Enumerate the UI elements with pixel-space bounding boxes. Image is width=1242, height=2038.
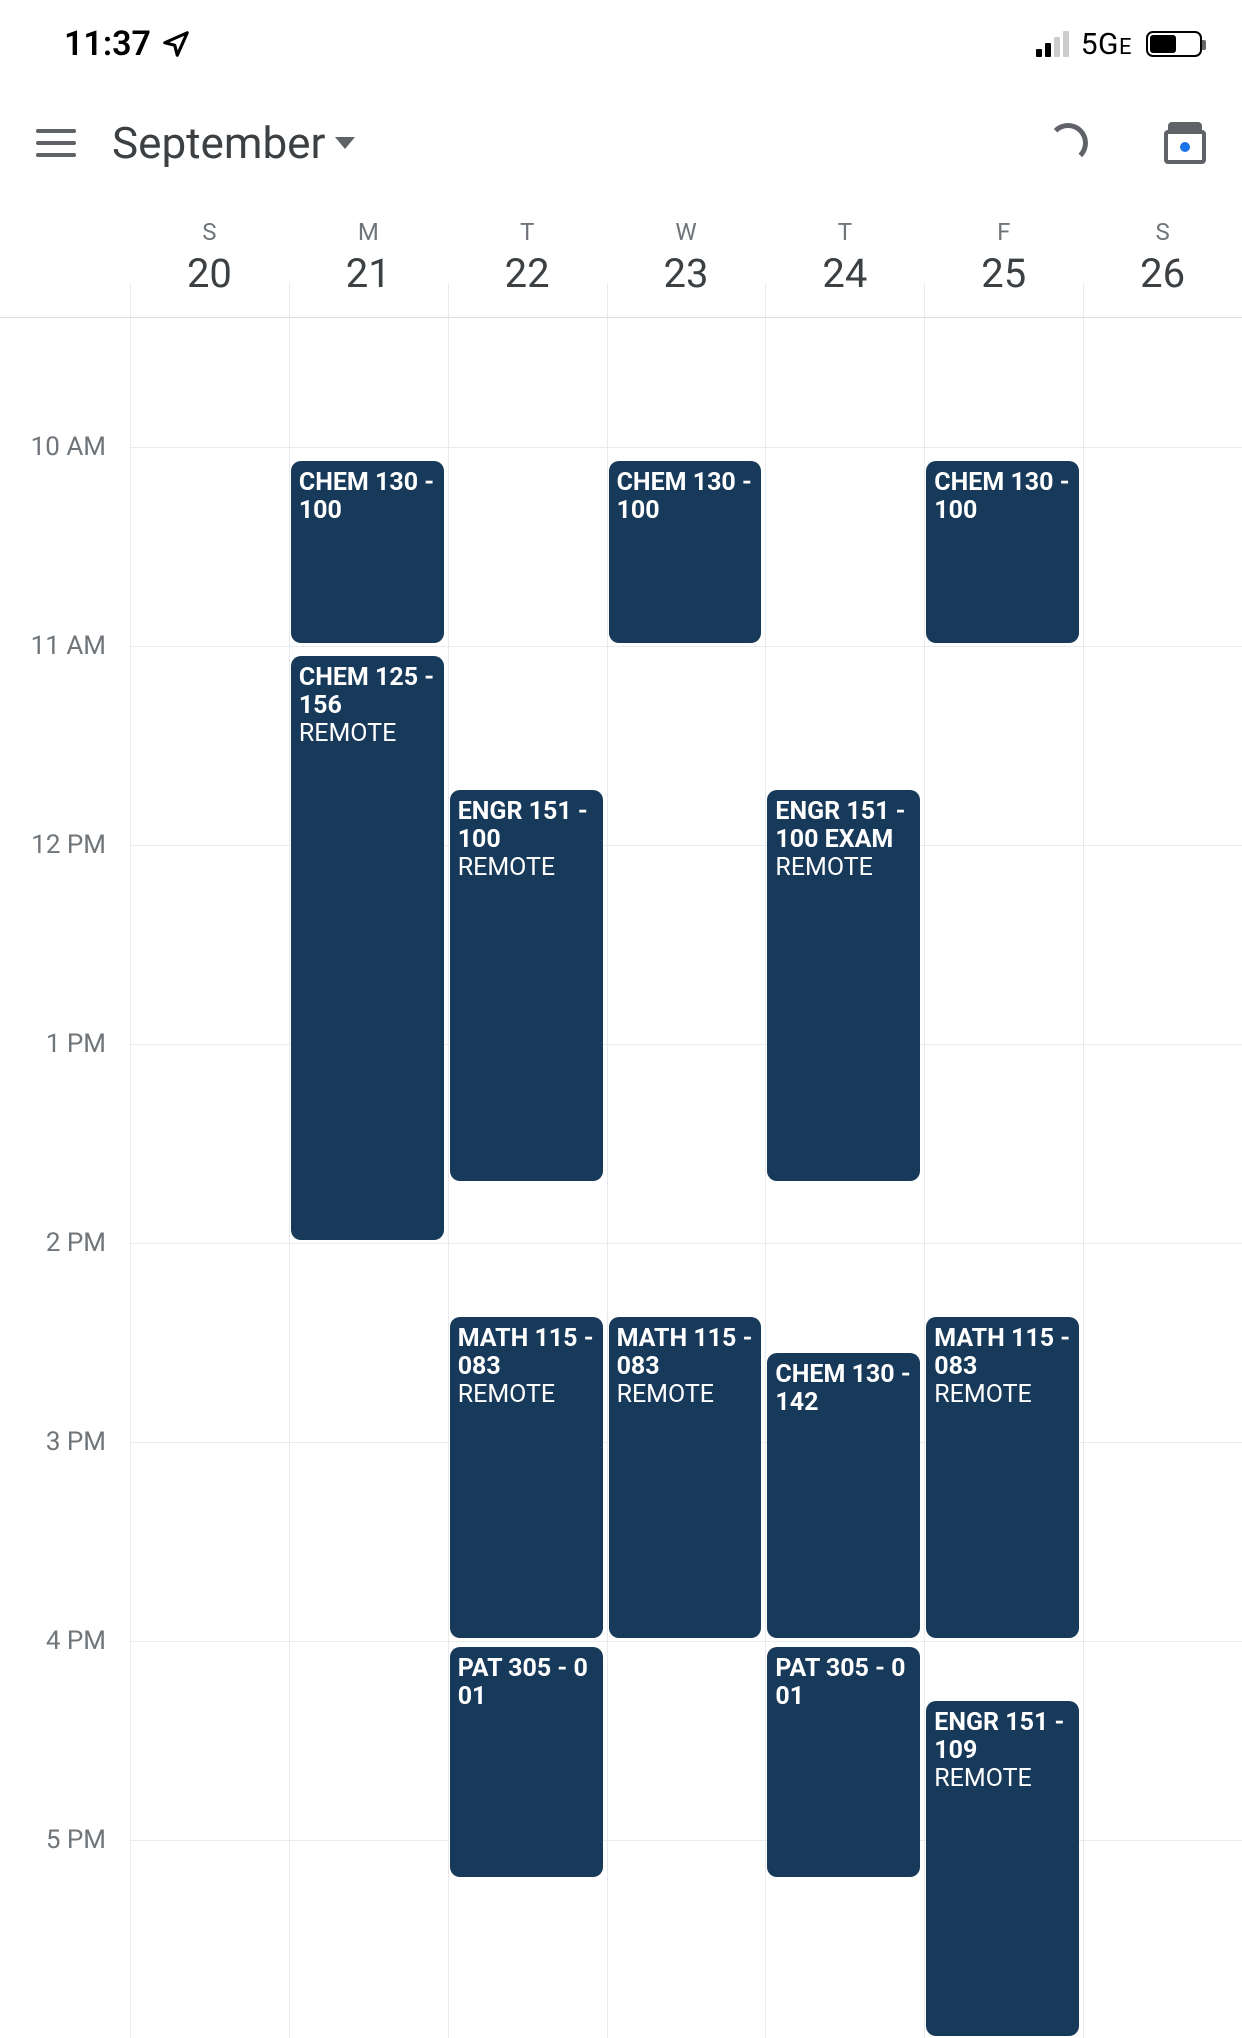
network-label: 5GE <box>1081 27 1132 62</box>
time-label: 3 PM <box>46 1427 106 1457</box>
time-label: 1 PM <box>46 1029 106 1059</box>
calendar-event[interactable]: CHEM 130 - 100 <box>291 461 444 643</box>
time-label: 10 AM <box>31 432 106 462</box>
grid-line <box>130 646 1242 647</box>
day-letter: M <box>358 218 379 246</box>
day-letter: S <box>1155 218 1169 246</box>
day-header-mon[interactable]: M 21 <box>289 198 448 317</box>
event-title: CHEM 130 - 100 <box>617 469 754 525</box>
event-subtitle: REMOTE <box>299 720 436 748</box>
grid-line <box>130 447 1242 448</box>
time-gutter: 10 AM 11 AM 12 PM 1 PM 2 PM 3 PM 4 PM 5 PM <box>0 318 130 2038</box>
event-title: ENGR 151 - 109 <box>934 1709 1071 1765</box>
event-title: ENGR 151 - 100 <box>458 798 595 854</box>
event-title: PAT 305 - 001 <box>458 1655 595 1711</box>
time-label: 4 PM <box>46 1626 106 1656</box>
calendar-event[interactable]: CHEM 130 - 100 <box>926 461 1079 643</box>
day-letter: T <box>520 218 534 246</box>
day-header-row: S 20 M 21 T 22 W 23 T 24 F 25 S 26 <box>0 198 1242 318</box>
day-number: 25 <box>981 250 1026 297</box>
event-title: MATH 115 - 083 <box>458 1325 595 1381</box>
chevron-down-icon <box>335 137 355 149</box>
calendar-event[interactable]: ENGR 151 - 100REMOTE <box>450 790 603 1181</box>
grid-line <box>130 1243 1242 1244</box>
grid-vline <box>289 283 290 2038</box>
clock-time: 11:37 <box>64 24 151 64</box>
app-header: September <box>0 88 1242 198</box>
day-header-tue[interactable]: T 22 <box>448 198 607 317</box>
day-header-fri[interactable]: F 25 <box>924 198 1083 317</box>
day-header-thu[interactable]: T 24 <box>765 198 924 317</box>
battery-icon <box>1146 31 1202 57</box>
signal-icon <box>1036 31 1069 57</box>
calendar-event[interactable]: CHEM 125 - 156REMOTE <box>291 656 444 1240</box>
calendar-event[interactable]: MATH 115 - 083REMOTE <box>450 1317 603 1638</box>
grid-vline <box>924 283 925 2038</box>
day-header-wed[interactable]: W 23 <box>607 198 766 317</box>
event-title: PAT 305 - 001 <box>775 1655 912 1711</box>
calendar-event[interactable]: PAT 305 - 001 <box>767 1647 920 1877</box>
day-number: 26 <box>1140 250 1185 297</box>
status-time: 11:37 <box>64 24 191 64</box>
event-title: MATH 115 - 083 <box>617 1325 754 1381</box>
event-title: ENGR 151 - 100 EXAM <box>775 798 912 854</box>
day-number: 21 <box>346 250 391 297</box>
grid-vline <box>448 283 449 2038</box>
status-bar: 11:37 5GE <box>0 0 1242 88</box>
day-letter: F <box>997 218 1010 246</box>
month-label: September <box>112 117 325 169</box>
event-subtitle: REMOTE <box>934 1765 1071 1793</box>
time-label: 11 AM <box>31 631 106 661</box>
day-header-sat[interactable]: S 26 <box>1083 198 1242 317</box>
calendar-event[interactable]: MATH 115 - 083REMOTE <box>926 1317 1079 1638</box>
grid-line <box>130 1641 1242 1642</box>
grid-area[interactable]: CHEM 130 - 100 CHEM 130 - 100 CHEM 130 - 1… <box>130 318 1242 2038</box>
event-title: MATH 115 - 083 <box>934 1325 1071 1381</box>
calendar-event[interactable]: CHEM 130 - 100 <box>609 461 762 643</box>
day-number: 22 <box>505 250 550 297</box>
day-number: 24 <box>822 250 867 297</box>
grid-vline <box>607 283 608 2038</box>
day-number: 20 <box>187 250 232 297</box>
day-letter: T <box>838 218 852 246</box>
event-title: CHEM 130 - 142 <box>775 1361 912 1417</box>
loading-icon <box>1048 123 1088 163</box>
status-right: 5GE <box>1036 27 1202 62</box>
event-title: CHEM 130 - 100 <box>299 469 436 525</box>
calendar-event[interactable]: MATH 115 - 083REMOTE <box>609 1317 762 1638</box>
day-header-sun[interactable]: S 20 <box>130 198 289 317</box>
location-icon <box>161 29 191 59</box>
time-label: 2 PM <box>46 1228 106 1258</box>
event-subtitle: REMOTE <box>934 1381 1071 1409</box>
grid-vline <box>130 283 131 2038</box>
time-label: 5 PM <box>46 1825 106 1855</box>
calendar-event[interactable]: CHEM 130 - 142 <box>767 1353 920 1639</box>
day-number: 23 <box>664 250 709 297</box>
event-title: CHEM 125 - 156 <box>299 664 436 720</box>
month-selector[interactable]: September <box>112 117 355 169</box>
time-label: 12 PM <box>31 830 106 860</box>
event-title: CHEM 130 - 100 <box>934 469 1071 525</box>
menu-icon[interactable] <box>36 129 76 157</box>
event-subtitle: REMOTE <box>458 1381 595 1409</box>
calendar-event[interactable]: PAT 305 - 001 <box>450 1647 603 1877</box>
day-letter: S <box>202 218 216 246</box>
grid-vline <box>1083 283 1084 2038</box>
day-letter: W <box>675 218 696 246</box>
event-subtitle: REMOTE <box>617 1381 754 1409</box>
grid-vline <box>765 283 766 2038</box>
calendar-event[interactable]: ENGR 151 - 100 EXAMREMOTE <box>767 790 920 1181</box>
event-subtitle: REMOTE <box>775 854 912 882</box>
today-button[interactable] <box>1164 122 1206 164</box>
event-subtitle: REMOTE <box>458 854 595 882</box>
calendar-grid[interactable]: 10 AM 11 AM 12 PM 1 PM 2 PM 3 PM 4 PM 5 PM CHEM… <box>0 318 1242 2038</box>
calendar-event[interactable]: ENGR 151 - 109REMOTE <box>926 1701 1079 2036</box>
